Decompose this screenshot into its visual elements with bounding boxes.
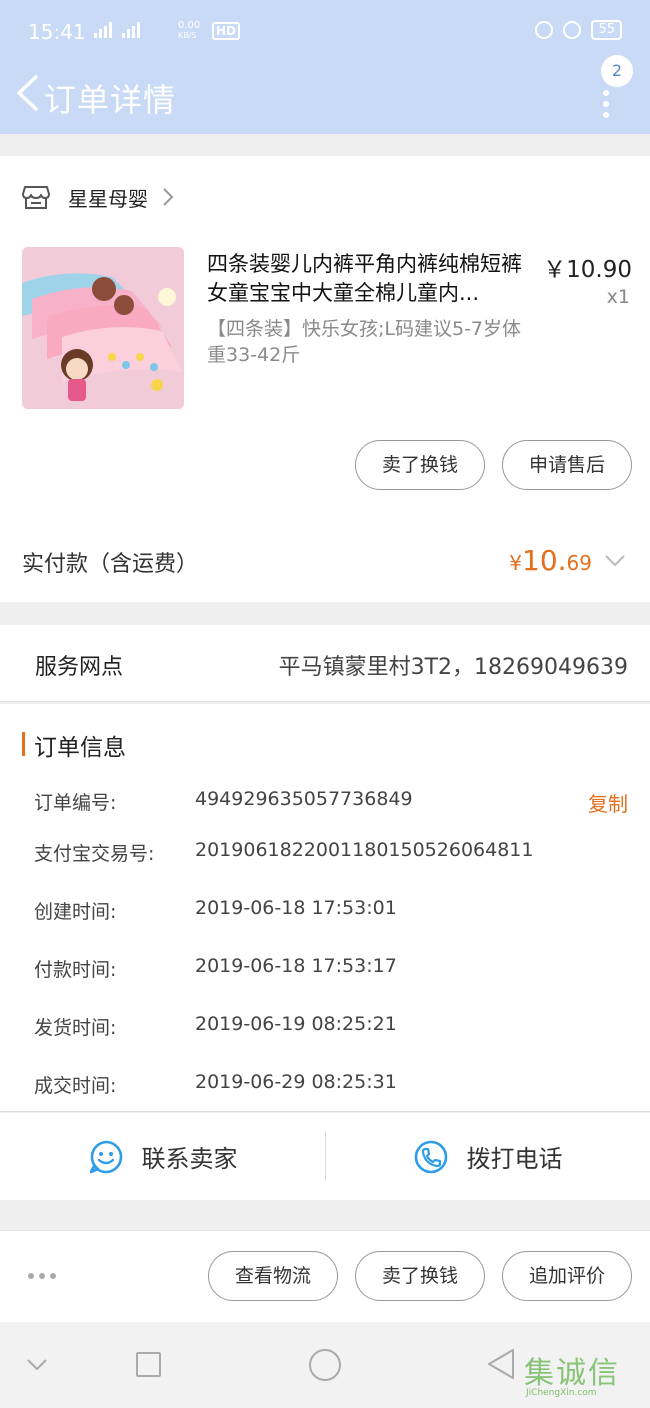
call-button[interactable]: 拨打电话: [325, 1113, 650, 1200]
back-icon[interactable]: [14, 74, 40, 112]
top-bar: 15:41 0.00 KB/S HD 55 订单详情 2: [0, 0, 650, 134]
order-info-row: 成交时间: 2019-06-29 08:25:31: [0, 1071, 650, 1101]
call-label: 拨打电话: [466, 1145, 563, 1173]
order-info-row: 创建时间: 2019-06-18 17:53:01: [0, 897, 650, 927]
contact-seller-label: 联系卖家: [141, 1145, 238, 1173]
status-right: 55: [535, 20, 622, 40]
network-speed: 0.00 KB/S: [178, 20, 201, 41]
chevron-down-icon[interactable]: [604, 554, 626, 568]
shop-name: 星星母婴: [68, 186, 148, 211]
product-quantity: x1: [606, 286, 630, 308]
notification-badge[interactable]: 2: [601, 55, 633, 87]
section-accent-bar: [22, 732, 25, 756]
alarm-icon: [563, 21, 582, 39]
product-sku: 【四条装】快乐女孩;L码建议5-7岁体重33-42斤: [207, 318, 522, 366]
lock-icon: [535, 21, 554, 39]
system-nav-bar: 集诚信 JiChengXin.com: [0, 1322, 650, 1408]
completed-time-value: 2019-06-29 08:25:31: [195, 1071, 397, 1093]
order-info-section: 订单信息 订单编号: 494929635057736849 复制 支付宝交易号:…: [0, 704, 650, 1112]
shipped-time-label: 发货时间:: [34, 1017, 117, 1039]
copy-button[interactable]: 复制: [588, 788, 628, 817]
resell-button-bottom[interactable]: 卖了换钱: [355, 1251, 485, 1301]
order-info-title: 订单信息: [34, 735, 126, 761]
chat-icon: [89, 1140, 122, 1173]
product-card: 星星母婴 四条装婴儿内裤平角内裤纯棉短裤女童宝宝中大童全棉儿童内... ￥10.…: [0, 156, 650, 602]
order-info-row: 发货时间: 2019-06-19 08:25:21: [0, 1013, 650, 1043]
completed-time-label: 成交时间:: [34, 1075, 117, 1097]
product-image[interactable]: [22, 247, 184, 409]
status-time: 15:41: [28, 20, 86, 44]
paid-label: 实付款（含运费）: [22, 552, 199, 577]
paid-time-value: 2019-06-18 17:53:17: [195, 955, 397, 977]
service-point-row: 服务网点 平马镇蒙里村3T2，18269049639: [0, 625, 650, 702]
order-number-label: 订单编号:: [34, 792, 117, 814]
shipped-time-value: 2019-06-19 08:25:21: [195, 1013, 397, 1035]
store-icon: [22, 186, 50, 209]
paid-amount: ¥10.69: [509, 544, 592, 577]
more-options-icon[interactable]: [603, 90, 611, 123]
chevron-right-icon: [163, 188, 174, 206]
order-info-row: 订单编号: 494929635057736849 复制: [0, 788, 650, 818]
created-time-value: 2019-06-18 17:53:01: [195, 897, 397, 919]
resell-button[interactable]: 卖了换钱: [355, 440, 485, 490]
product-price: ￥10.90: [543, 257, 632, 283]
back-nav-icon[interactable]: [486, 1348, 516, 1380]
add-review-button[interactable]: 追加评价: [502, 1251, 632, 1301]
contact-seller-button[interactable]: 联系卖家: [0, 1113, 325, 1200]
page-title: 订单详情: [44, 81, 177, 119]
bottom-action-bar: 查看物流 卖了换钱 追加评价: [0, 1230, 650, 1322]
phone-icon: [414, 1140, 447, 1173]
more-actions-icon[interactable]: [28, 1273, 56, 1279]
created-time-label: 创建时间:: [34, 901, 117, 923]
nav-collapse-icon[interactable]: [26, 1358, 48, 1372]
watermark-logo: 集诚信 JiChengXin.com: [524, 1356, 620, 1398]
alipay-trade-label: 支付宝交易号:: [34, 843, 155, 865]
status-bar: 15:41 0.00 KB/S HD 55: [28, 18, 622, 50]
recent-apps-icon[interactable]: [136, 1352, 161, 1377]
contact-row: 联系卖家 拨打电话: [0, 1113, 650, 1200]
hd-icon: HD: [212, 22, 241, 40]
view-logistics-button[interactable]: 查看物流: [208, 1251, 338, 1301]
after-sale-button[interactable]: 申请售后: [502, 440, 632, 490]
battery-icon: 55: [591, 20, 622, 40]
shop-row[interactable]: 星星母婴: [22, 180, 174, 214]
signal-icon: [94, 22, 140, 38]
order-info-row: 支付宝交易号: 2019061822001180150526064811: [0, 839, 650, 869]
service-value: 平马镇蒙里村3T2，18269049639: [278, 655, 628, 680]
order-info-row: 付款时间: 2019-06-18 17:53:17: [0, 955, 650, 985]
paid-time-label: 付款时间:: [34, 959, 117, 981]
service-label: 服务网点: [35, 655, 124, 680]
header: 订单详情 2: [0, 55, 650, 124]
home-icon[interactable]: [309, 1349, 341, 1381]
product-title[interactable]: 四条装婴儿内裤平角内裤纯棉短裤女童宝宝中大童全棉儿童内...: [207, 250, 533, 308]
alipay-trade-value: 2019061822001180150526064811: [195, 839, 534, 861]
order-number-value: 494929635057736849: [195, 788, 413, 810]
